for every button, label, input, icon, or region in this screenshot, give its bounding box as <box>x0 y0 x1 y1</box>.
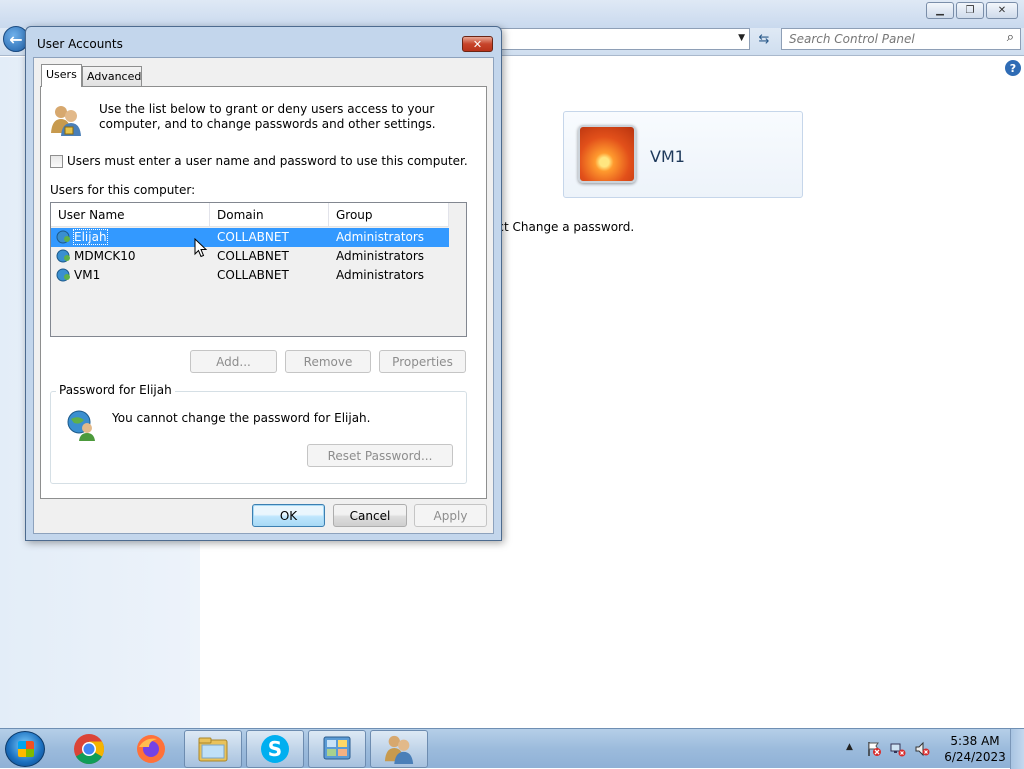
show-desktop-button[interactable] <box>1010 729 1024 769</box>
address-dropdown-icon[interactable]: ▼ <box>738 33 745 43</box>
dialog-body: Users Advanced Use the list below to gra… <box>33 57 494 534</box>
help-icon[interactable]: ? <box>1005 60 1021 76</box>
table-row[interactable]: VM1 COLLABNET Administrators <box>51 266 449 285</box>
user-name-cell: VM1 <box>74 268 101 282</box>
system-tray: ▲ 5:38 AM 6/24/2023 <box>840 729 1024 769</box>
user-accounts-icon <box>384 735 414 765</box>
dialog-title: User Accounts <box>37 37 123 51</box>
tray-expand-icon[interactable]: ▲ <box>846 742 853 752</box>
refresh-icon[interactable]: ⇆ <box>752 28 776 50</box>
taskbar-file-explorer[interactable] <box>184 730 242 768</box>
password-group-title: Password for Elijah <box>56 383 175 397</box>
search-placeholder: Search Control Panel <box>789 32 915 46</box>
tab-users[interactable]: Users <box>41 64 82 87</box>
user-picture <box>578 125 636 183</box>
must-login-label[interactable]: Users must enter a user name and passwor… <box>67 154 468 168</box>
domain-cell: COLLABNET <box>217 249 289 263</box>
skype-icon: S <box>261 735 289 763</box>
users-group-icon <box>51 106 81 136</box>
mouse-cursor-icon <box>194 238 208 258</box>
start-button[interactable] <box>5 731 45 767</box>
search-icon[interactable]: ⌕ <box>1007 30 1014 45</box>
user-tile-name: VM1 <box>650 147 685 166</box>
volume-muted-icon[interactable] <box>914 741 930 757</box>
table-row[interactable]: MDMCK10 COLLABNET Administrators <box>51 247 449 266</box>
group-cell: Administrators <box>336 268 425 282</box>
group-cell: Administrators <box>336 230 425 244</box>
user-globe-icon <box>56 268 70 282</box>
window-controls: ▁ ❐ ✕ <box>926 2 1018 19</box>
properties-button[interactable]: Properties <box>379 350 466 373</box>
user-tile: VM1 <box>563 111 803 198</box>
password-message: You cannot change the password for Elija… <box>112 411 371 425</box>
minimize-button[interactable]: ▁ <box>926 2 954 19</box>
password-groupbox: Password for Elijah You cannot change th… <box>50 383 467 484</box>
close-window-button[interactable]: ✕ <box>986 2 1018 19</box>
domain-cell: COLLABNET <box>217 230 289 244</box>
user-name-cell: MDMCK10 <box>74 249 136 263</box>
must-login-checkbox[interactable] <box>50 154 63 168</box>
column-user-name[interactable]: User Name <box>51 203 210 227</box>
svg-text:S: S <box>268 737 282 761</box>
cancel-button[interactable]: Cancel <box>333 504 407 527</box>
listview-rows: Elijah COLLABNET Administrators MDMCK10 … <box>51 228 449 285</box>
taskbar-control-panel[interactable] <box>308 730 366 768</box>
windows-logo-icon <box>18 741 34 757</box>
remove-user-button[interactable]: Remove <box>285 350 371 373</box>
clock-date: 6/24/2023 <box>944 750 1006 764</box>
taskbar-user-accounts[interactable] <box>370 730 428 768</box>
listview-header: User Name Domain Group <box>51 203 449 227</box>
taskbar-skype[interactable]: S <box>246 730 304 768</box>
must-login-row: Users must enter a user name and passwor… <box>50 154 468 168</box>
chrome-icon <box>74 734 105 765</box>
clock-time: 5:38 AM <box>950 734 1000 748</box>
users-tab-panel: Use the list below to grant or deny user… <box>40 86 487 499</box>
change-password-hint: ect Change a password. <box>490 220 635 234</box>
tab-advanced[interactable]: Advanced <box>82 66 142 86</box>
control-panel-titlebar: ▁ ❐ ✕ <box>0 0 1024 28</box>
user-globe-icon <box>56 230 70 244</box>
domain-cell: COLLABNET <box>217 268 289 282</box>
table-row[interactable]: Elijah COLLABNET Administrators <box>51 228 449 247</box>
taskbar: S ▲ 5:38 AM 6/24/2023 <box>0 728 1024 769</box>
dialog-close-button[interactable]: ✕ <box>462 36 493 52</box>
user-globe-icon <box>67 410 95 441</box>
reset-password-button[interactable]: Reset Password... <box>307 444 453 467</box>
address-bar[interactable]: ▼ <box>500 28 750 50</box>
action-center-flag-icon[interactable] <box>866 741 882 757</box>
ok-button[interactable]: OK <box>252 504 325 527</box>
control-panel-icon <box>323 736 351 760</box>
taskbar-clock[interactable]: 5:38 AM 6/24/2023 <box>940 733 1010 765</box>
file-explorer-icon <box>198 737 228 762</box>
user-name-cell: Elijah <box>73 229 108 245</box>
network-icon[interactable] <box>890 741 906 757</box>
taskbar-chrome[interactable] <box>60 730 118 768</box>
column-group[interactable]: Group <box>329 203 449 227</box>
search-input[interactable]: Search Control Panel ⌕ <box>781 28 1021 50</box>
group-cell: Administrators <box>336 249 425 263</box>
firefox-icon <box>137 735 165 763</box>
taskbar-firefox[interactable] <box>122 730 180 768</box>
restore-button[interactable]: ❐ <box>956 2 984 19</box>
column-domain[interactable]: Domain <box>210 203 329 227</box>
user-globe-icon <box>56 249 70 263</box>
users-listview[interactable]: User Name Domain Group Elijah COLLABNET … <box>50 202 467 337</box>
users-for-computer-label: Users for this computer: <box>50 183 196 197</box>
add-user-button[interactable]: Add... <box>190 350 277 373</box>
user-accounts-dialog: User Accounts ✕ Users Advanced Use the l… <box>25 26 502 541</box>
apply-button[interactable]: Apply <box>414 504 487 527</box>
intro-text: Use the list below to grant or deny user… <box>99 102 436 131</box>
